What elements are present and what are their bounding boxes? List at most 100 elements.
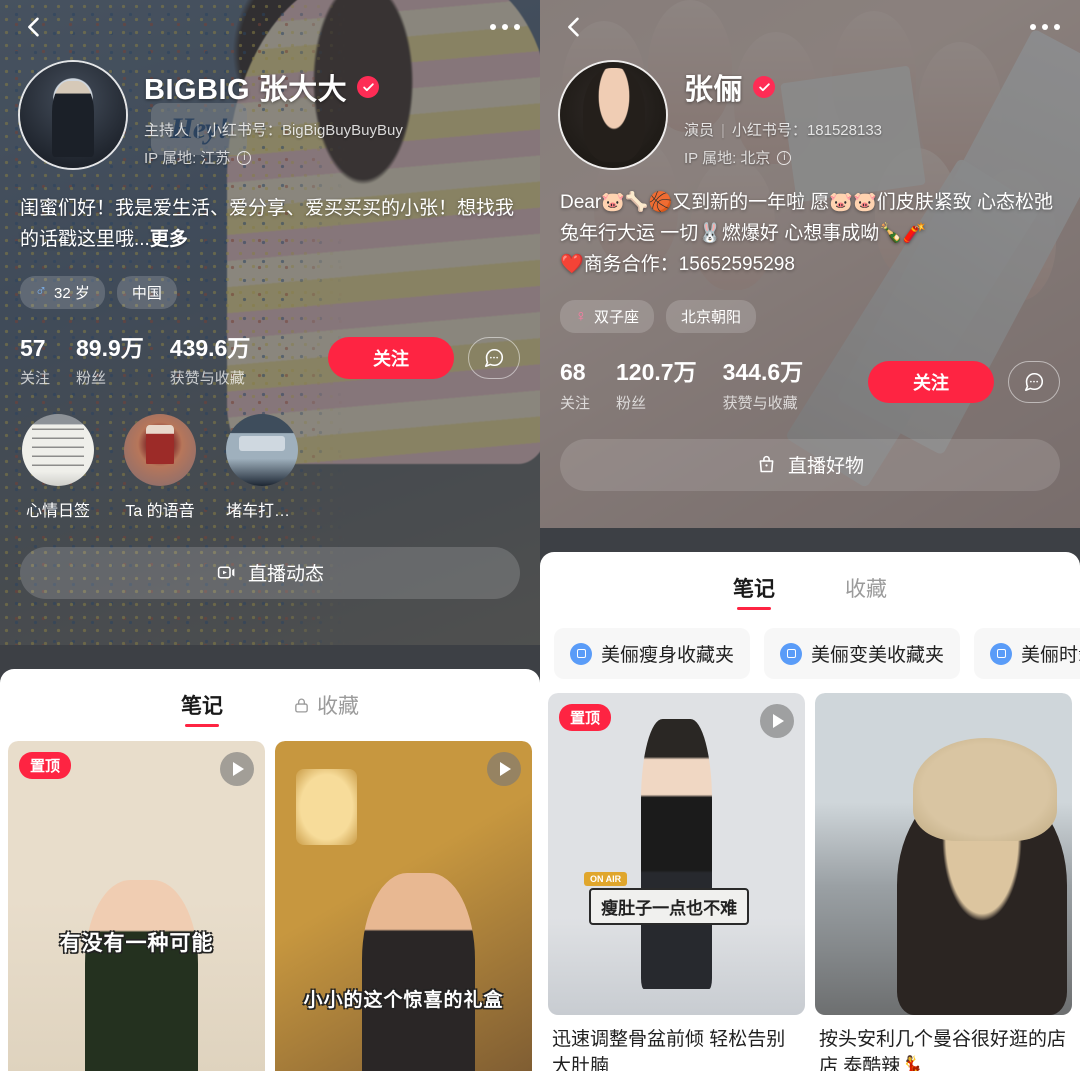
note-thumbnail: 小小的这个惊喜的礼盒 [275,741,532,1071]
stat-followers-value: 120.7万 [616,359,697,386]
stat-followers[interactable]: 89.9万 粉丝 [76,335,170,388]
right-role: 演员 [684,122,715,139]
male-icon: ♂ [35,283,47,301]
stat-followers-value: 89.9万 [76,334,144,361]
play-icon [487,752,521,786]
highlight-item-0[interactable]: 心情日签 [22,413,94,521]
left-profile-screen: Hey! BIGBIG 张大大 [0,0,540,1071]
stat-following-label: 关注 [20,369,51,387]
note-title: 按头安利几个曼谷很好逛的店店 泰酷辣💃 [819,1029,1067,1071]
pinned-badge: 置顶 [19,752,72,779]
stat-likes-label: 获赞与收藏 [722,394,798,412]
tab-collections-label: 收藏 [317,695,359,718]
live-updates-button[interactable]: 直播动态 [20,546,520,599]
more-horizontal-icon[interactable] [1030,24,1060,30]
left-bio-more[interactable]: 更多 [150,229,188,250]
back-icon[interactable] [20,13,48,41]
left-hero-section: Hey! BIGBIG 张大大 [0,0,540,645]
info-icon[interactable]: i [237,150,252,165]
back-icon[interactable] [560,13,588,41]
left-highlights-row: 心情日签 Ta 的语音 堵车打卡... [0,388,540,521]
right-tag-zodiac[interactable]: ♀ 双子座 [560,300,655,334]
note-card[interactable]: 小小的这个惊喜的礼盒 [275,741,532,1071]
highlight-label: 心情日签 [25,502,90,520]
left-nickname-row: BIGBIG 张大大 [144,66,403,108]
tab-collections[interactable]: 收藏 [293,669,359,741]
tab-notes[interactable]: 笔记 [181,669,223,741]
left-id-value: BigBigBuyBuyBuy [281,122,403,139]
right-tab-bar: 笔记 收藏 [540,552,1080,624]
collection-folder-chips[interactable]: 美俪瘦身收藏夹 美俪变美收藏夹 美俪时髦收 [540,624,1080,693]
female-icon: ♀ [575,307,587,325]
folder-chip-label: 美俪时髦收 [1021,645,1080,666]
note-card[interactable]: 置顶 有没有一种可能 [8,741,265,1071]
highlight-label: 堵车打卡... [226,502,298,520]
left-ip-location[interactable]: IP 属地: 江苏 i [144,147,403,168]
page-title: BIGBIG 张大大 [144,74,348,106]
right-ip-location[interactable]: IP 属地: 北京 i [684,147,882,168]
verified-badge-icon [357,76,380,98]
lock-icon [295,698,308,713]
folder-chip[interactable]: 美俪时髦收 [974,628,1080,679]
right-bio[interactable]: Dear🐷🦴🏀又到新的一年啦 愿🐷🐷们皮肤紧致 心态松弛 兔年行大运 一切🐰燃爆… [540,170,1080,280]
page-title: 张俪 [684,74,744,106]
note-thumbnail [815,693,1072,1015]
right-hero-section: 张俪 演员 | 小红书号：181528133 IP 属地: 北京 i Dear🐷… [540,0,1080,528]
right-tag-zodiac-label: 双子座 [594,309,640,327]
left-tag-row: ♂ 32 岁 中国 [0,256,540,309]
note-card[interactable]: 按头安利几个曼谷很好逛的店店 泰酷辣💃 [815,693,1072,1071]
stat-following[interactable]: 68 关注 [560,359,616,412]
stat-likes-label: 获赞与收藏 [169,369,245,387]
left-bio[interactable]: 闺蜜们好！我是爱生活、爱分享、爱买买买的小张！想找我的话戳这里哦...更多 [0,170,540,256]
tab-notes-label: 笔记 [733,578,775,601]
highlight-item-2[interactable]: 堵车打卡... [226,413,298,521]
right-profile-screen: 张俪 演员 | 小红书号：181528133 IP 属地: 北京 i Dear🐷… [540,0,1080,1071]
right-tag-district[interactable]: 北京朝阳 [666,300,757,334]
note-overlay-caption: 小小的这个惊喜的礼盒 [303,990,504,1012]
live-updates-label: 直播动态 [247,564,324,586]
left-tag-country[interactable]: 中国 [116,275,177,309]
folder-chip[interactable]: 美俪瘦身收藏夹 [554,628,751,679]
avatar[interactable] [18,60,128,170]
tab-collections[interactable]: 收藏 [845,552,887,624]
message-button[interactable] [468,336,520,379]
chat-bubble-icon [484,348,504,367]
left-tag-age[interactable]: ♂ 32 岁 [20,275,105,309]
highlight-item-1[interactable]: Ta 的语音 [124,413,196,521]
tab-notes[interactable]: 笔记 [733,552,775,624]
on-air-badge: ON AIR [583,872,628,887]
message-button[interactable] [1008,361,1060,404]
dual-screenshot-container: Hey! BIGBIG 张大大 [0,0,1080,1071]
right-ip-text: IP 属地: 北京 [684,150,771,167]
note-card[interactable]: 置顶 ON AIR 瘦肚子一点也不难 迅速调整骨盆前倾 轻松告别大肚腩 [548,693,805,1071]
stat-following[interactable]: 57 关注 [20,335,76,388]
collection-icon [780,642,803,665]
right-content-sheet: 笔记 收藏 美俪瘦身收藏夹 美俪变美收藏夹 美俪时髦收 [540,552,1080,1071]
stat-likes-value: 439.6万 [169,334,251,361]
left-role: 主持人 [144,122,190,139]
right-tag-row: ♀ 双子座 北京朝阳 [540,280,1080,334]
left-meta-line: 主持人 | 小红书号：BigBigBuyBuyBuy [144,122,403,139]
avatar[interactable] [558,60,668,170]
note-overlay-caption: 有没有一种可能 [59,931,214,955]
stat-followers[interactable]: 120.7万 粉丝 [616,359,723,412]
stat-likes-collects[interactable]: 344.6万 获赞与收藏 [723,359,830,412]
live-goods-button[interactable]: 直播好物 [560,438,1060,491]
verified-badge-icon [753,76,776,98]
right-id-label: 小红书号： [731,122,807,139]
left-tag-country-label: 中国 [131,284,162,302]
note-title: 迅速调整骨盆前倾 轻松告别大肚腩 [552,1029,786,1071]
follow-button[interactable]: 关注 [868,361,994,404]
folder-chip[interactable]: 美俪变美收藏夹 [764,628,961,679]
tab-notes-label: 笔记 [181,695,223,718]
folder-chip-label: 美俪变美收藏夹 [811,645,945,666]
right-stats-row: 68 关注 120.7万 粉丝 344.6万 获赞与收藏 关注 [540,333,1080,412]
stat-likes-collects[interactable]: 439.6万 获赞与收藏 [170,335,277,388]
live-play-icon [217,566,235,580]
note-thumbnail: 置顶 ON AIR 瘦肚子一点也不难 [548,693,805,1015]
more-horizontal-icon[interactable] [490,24,520,30]
pinned-badge: 置顶 [559,704,612,731]
follow-button[interactable]: 关注 [328,336,454,379]
info-icon[interactable]: i [777,150,792,165]
left-tag-age-label: 32 岁 [54,284,90,302]
